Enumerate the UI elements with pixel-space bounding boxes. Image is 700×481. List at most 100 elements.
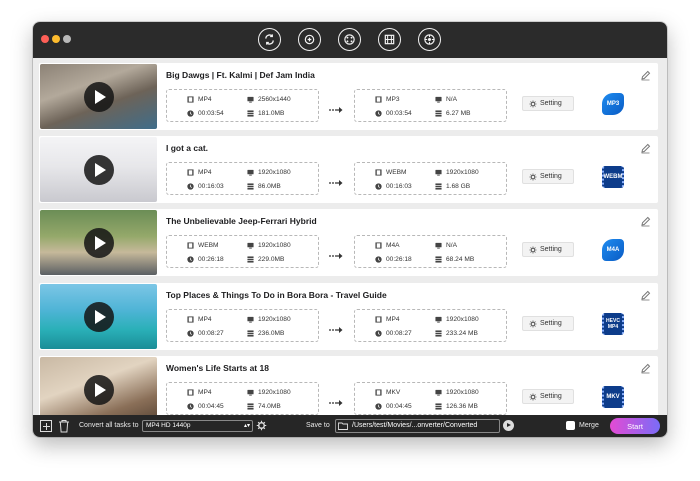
file-size-icon [435,182,442,190]
edit-icon[interactable] [640,68,651,81]
target-info-box: MP4 1920x1080 00:08:27 233.24 MB [354,309,507,342]
source-size-value: 229.0MB [258,255,285,263]
burn-icon[interactable] [418,28,441,51]
edit-icon[interactable] [640,141,651,154]
start-button[interactable]: Start [610,418,660,434]
bottom-bar: Convert all tasks to MP4 HD 1440p ▴▾ Sav… [33,415,667,437]
file-size-icon [247,329,254,337]
source-duration-value: 00:26:18 [198,255,224,263]
video-thumbnail[interactable] [40,357,157,415]
source-size: 229.0MB [247,254,284,264]
film-icon [187,168,194,176]
clock-icon [375,255,382,263]
task-row: Big Dawgs | Ft. Kalmi | Def Jam India MP4… [39,63,658,130]
setting-button[interactable]: Setting [522,242,574,257]
window-close-button[interactable] [41,35,49,43]
source-format: WEBM [187,240,219,250]
source-resolution-value: 2560x1440 [258,95,291,103]
play-icon[interactable] [84,375,114,405]
arrow-right-icon [329,247,343,259]
gear-icon[interactable] [256,420,267,431]
video-thumbnail[interactable] [40,210,157,275]
arrow-right-icon [329,321,343,333]
convert-all-label: Convert all tasks to [79,422,139,429]
compress-icon[interactable] [298,28,321,51]
convert-all-select[interactable]: MP4 HD 1440p ▴▾ [142,420,253,432]
edit-icon[interactable] [640,361,651,374]
edit-icon[interactable] [640,214,651,227]
target-resolution-value: N/A [446,95,457,103]
film-icon [187,315,194,323]
setting-button[interactable]: Setting [522,96,574,111]
target-duration-value: 00:16:03 [386,182,412,190]
output-format-icon[interactable]: HEVC MP4 [602,313,624,335]
play-icon[interactable] [84,155,114,185]
clock-icon [187,255,194,263]
output-format-icon[interactable]: MP3 [602,93,624,115]
source-resolution: 1920x1080 [247,240,291,250]
target-format: MP4 [375,314,400,324]
output-format-icon[interactable]: WEBM [602,166,624,188]
source-duration: 00:03:54 [187,108,224,118]
setting-button[interactable]: Setting [522,389,574,404]
video-thumbnail[interactable] [40,284,157,349]
resolution-icon [435,389,442,396]
source-duration: 00:08:27 [187,328,224,338]
edit-icon[interactable] [640,288,651,301]
video-thumbnail[interactable] [40,64,157,129]
source-format: MP4 [187,94,212,104]
target-duration-value: 00:04:45 [386,402,412,410]
task-title: Top Places & Things To Do in Bora Bora -… [166,290,387,300]
output-format-icon[interactable]: M4A [602,239,624,261]
toolbox-icon[interactable] [378,28,401,51]
clock-icon [187,182,194,190]
setting-button[interactable]: Setting [522,316,574,331]
source-size-value: 181.0MB [258,109,285,117]
target-duration: 00:04:45 [375,401,412,411]
target-resolution: 1920x1080 [435,387,479,397]
source-size: 236.0MB [247,328,284,338]
source-info-box: MP4 1920x1080 00:04:45 74.0MB [166,382,319,415]
target-size: 1.68 GB [435,181,470,191]
arrow-right-icon [329,394,343,406]
trash-icon[interactable] [58,419,70,433]
target-resolution-value: N/A [446,241,457,249]
play-icon[interactable] [84,228,114,258]
target-size: 6.27 MB [435,108,471,118]
dvd-icon[interactable] [338,28,361,51]
source-format-value: MP4 [198,315,212,323]
source-duration: 00:26:18 [187,254,224,264]
play-icon[interactable] [84,302,114,332]
target-duration: 00:16:03 [375,181,412,191]
window-maximize-button[interactable] [63,35,71,43]
target-duration: 00:26:18 [375,254,412,264]
target-format-value: MP4 [386,315,400,323]
source-duration: 00:16:03 [187,181,224,191]
film-icon [375,168,382,176]
setting-label: Setting [540,320,562,327]
source-resolution-value: 1920x1080 [258,168,291,176]
convert-icon[interactable] [258,28,281,51]
add-file-button[interactable] [40,420,52,432]
file-size-icon [435,329,442,337]
film-icon [375,241,382,249]
window-minimize-button[interactable] [52,35,60,43]
source-size-value: 86.0MB [258,182,281,190]
merge-checkbox[interactable] [566,421,575,430]
target-format: WEBM [375,167,407,177]
setting-button[interactable]: Setting [522,169,574,184]
source-format: MP4 [187,314,212,324]
task-title: I got a cat. [166,143,209,153]
folder-icon[interactable] [338,422,348,430]
resolution-icon [247,96,254,103]
arrow-right-icon [329,101,343,113]
file-size-icon [247,109,254,117]
video-thumbnail[interactable] [40,137,157,202]
output-format-icon[interactable]: MKV [602,386,624,408]
task-row: The Unbelievable Jeep-Ferrari Hybrid WEBM… [39,209,658,276]
save-path-field[interactable]: /Users/test/Movies/...onverter/Converted [335,419,500,433]
source-info-box: MP4 1920x1080 00:08:27 236.0MB [166,309,319,342]
open-folder-button[interactable] [503,420,514,431]
target-resolution-value: 1920x1080 [446,388,479,396]
play-icon[interactable] [84,82,114,112]
